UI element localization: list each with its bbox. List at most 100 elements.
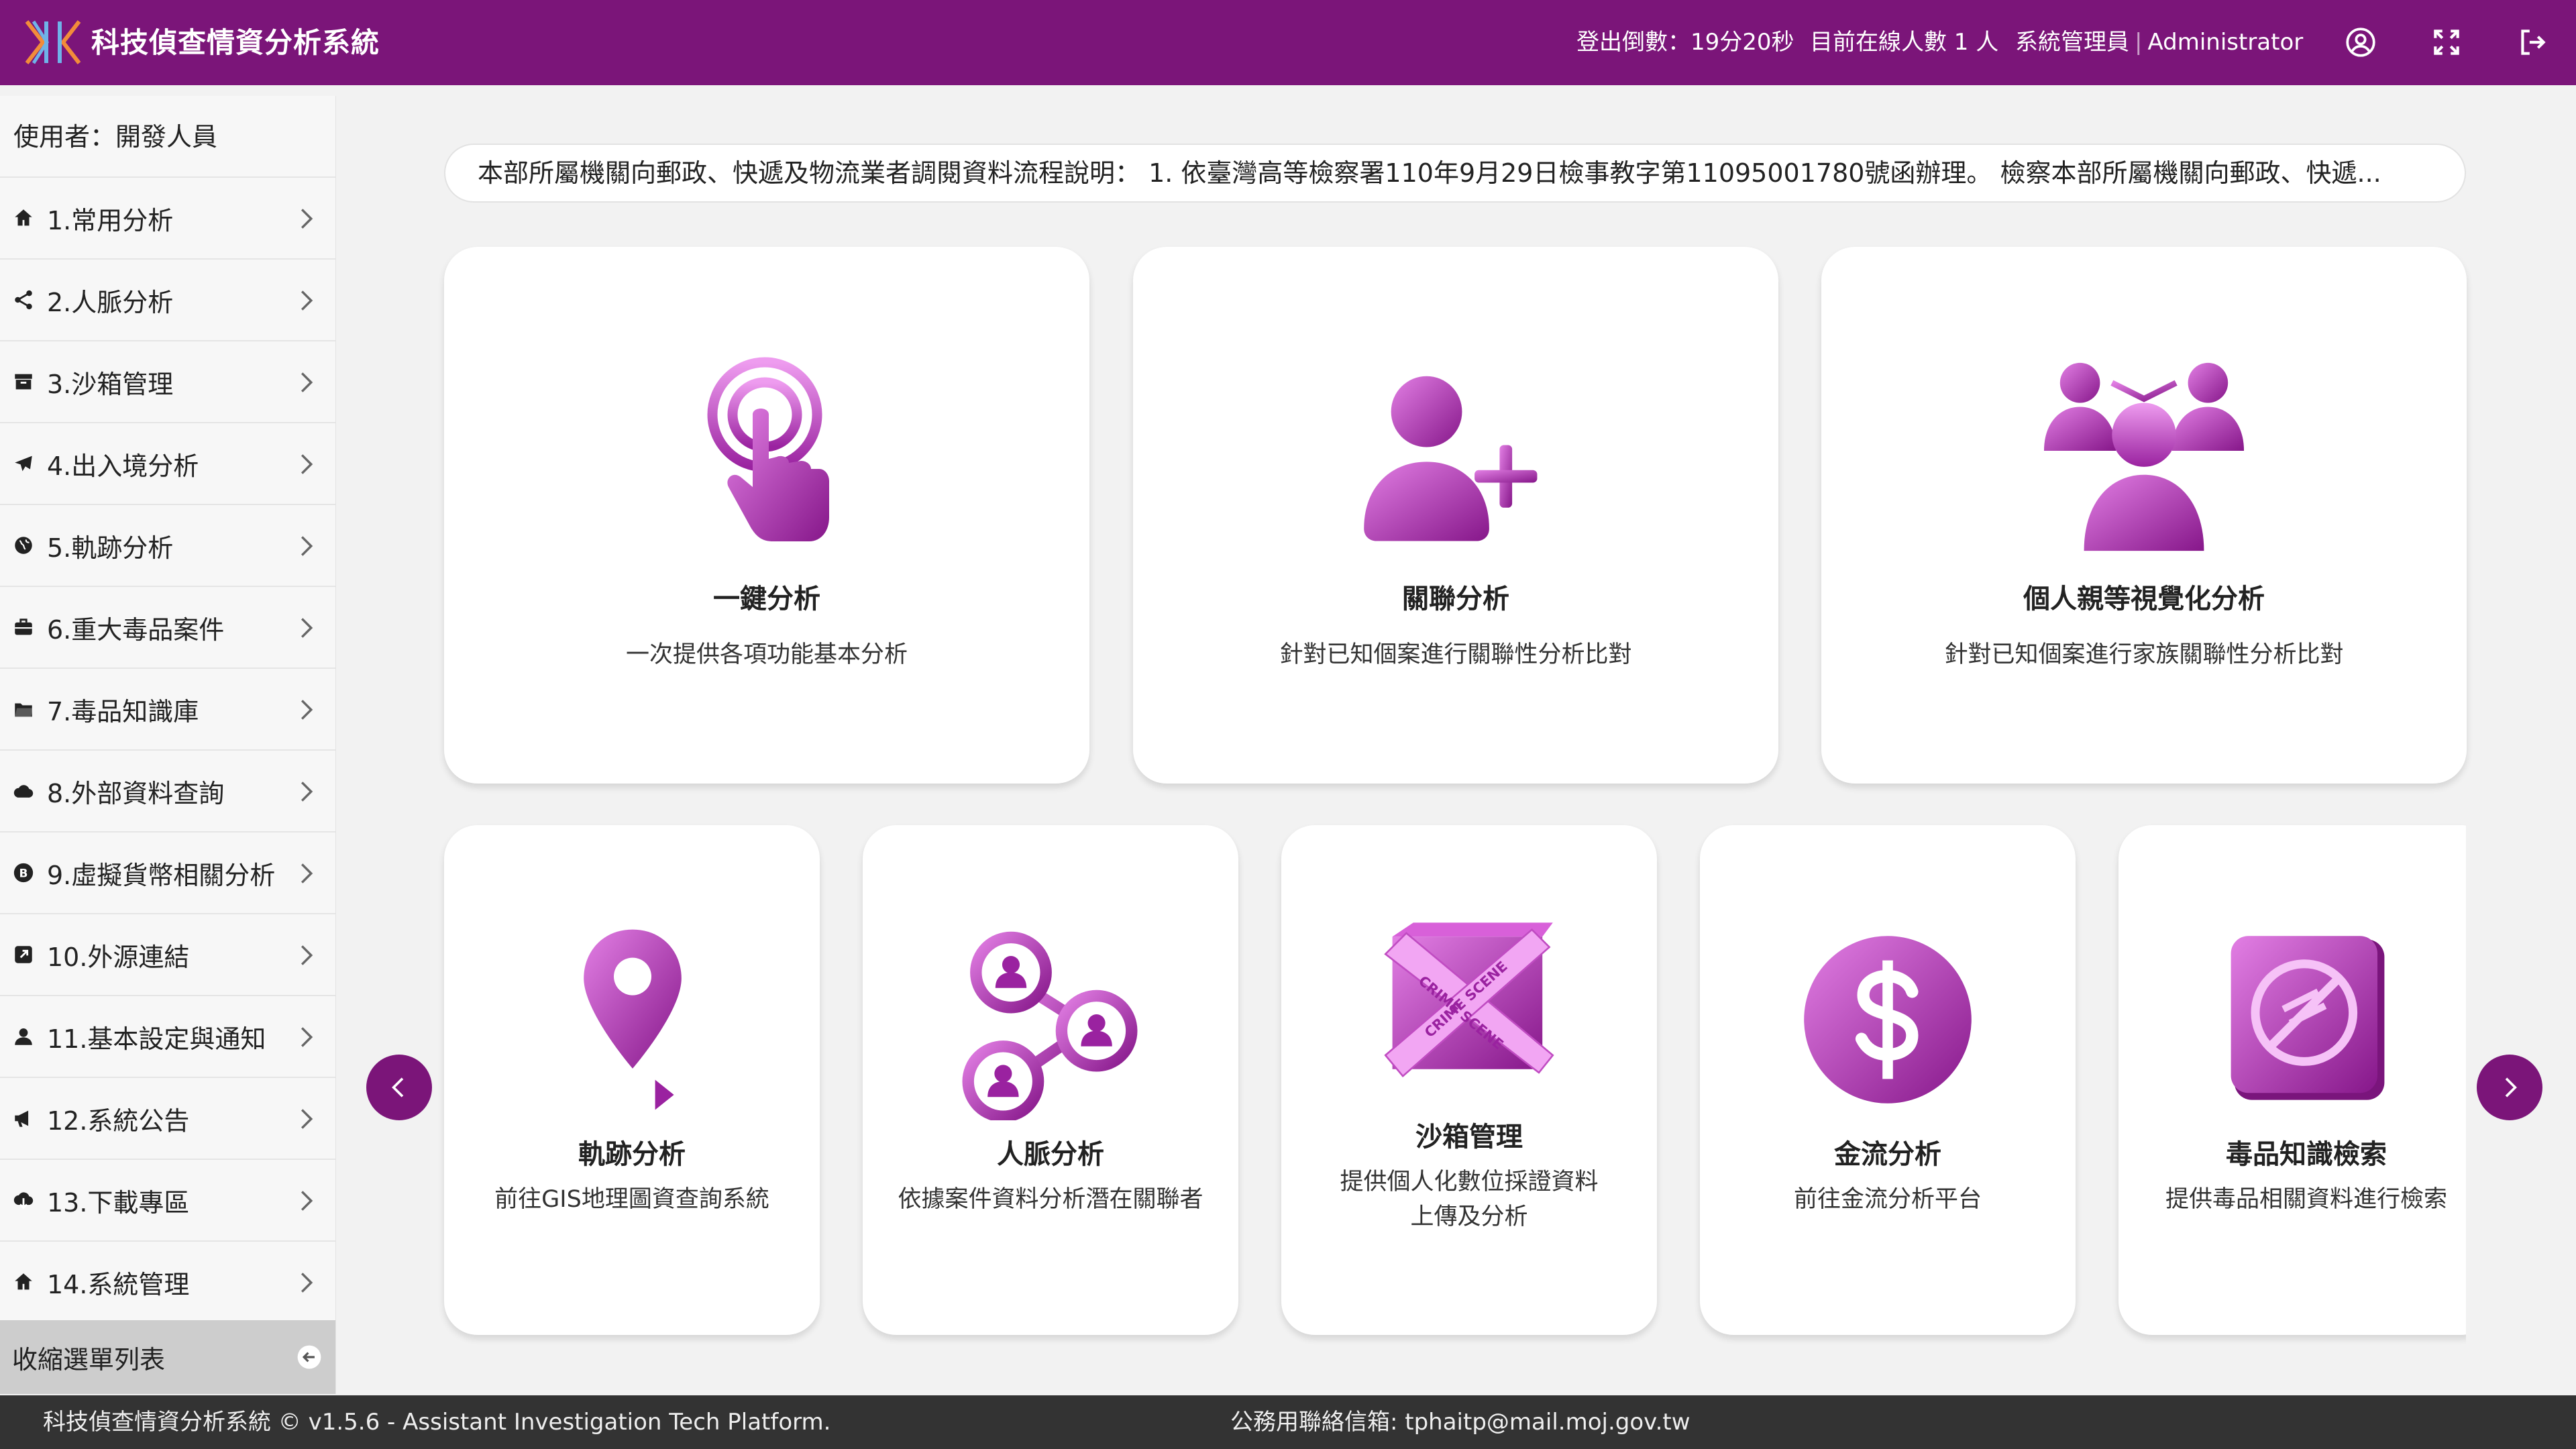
sidebar-item-label: 12.系統公告	[47, 1106, 190, 1136]
sidebar-item-label: 14.系統管理	[47, 1269, 190, 1299]
chevron-right-icon	[301, 1027, 313, 1047]
footer-copyright: 科技偵查情資分析系統 © v1.5.6 - Assistant Investig…	[43, 1409, 831, 1436]
sidebar-menu: 1.常用分析 2.人脈分析 3.沙箱管理 4.出入境分析 5.軌跡分析 6.重大毒品案件 7…	[0, 178, 335, 1324]
share-icon	[15, 290, 32, 310]
card-description: 提供毒品相關資料進行檢索	[2165, 1186, 2447, 1213]
chevron-right-icon	[301, 782, 313, 802]
sidebar-item-label: 13.下載專區	[47, 1187, 190, 1218]
sidebar-item-6[interactable]: 6.重大毒品案件	[0, 587, 335, 669]
archive-icon	[15, 374, 32, 390]
card-title: 個人親等視覺化分析	[2023, 584, 2265, 614]
card-description: 針對已知個案進行家族關聯性分析比對	[1944, 641, 2344, 668]
sidebar-item-label: 9.虛擬貨幣相關分析	[47, 860, 276, 890]
sidebar-item-label: 10.外源連結	[47, 942, 190, 972]
add-user-icon	[1364, 376, 1538, 541]
card-sandbox-management[interactable]: CRIME SCENE CRIME SCENE 沙箱管理 提供個人化數位採證資料…	[1281, 825, 1657, 1335]
user-icon	[15, 1028, 32, 1045]
sidebar-item-label: 1.常用分析	[47, 205, 174, 235]
user-circle-icon[interactable]	[2344, 25, 2377, 59]
card-drug-knowledge-search[interactable]: 毒品知識檢索 提供毒品相關資料進行檢索	[2118, 825, 2466, 1335]
sidebar: 使用者：開發人員 1.常用分析 2.人脈分析 3.沙箱管理 4.出入境分析 5.軌跡分析…	[0, 96, 336, 1394]
card-title: 金流分析	[1834, 1139, 1941, 1170]
card-title: 沙箱管理	[1415, 1122, 1523, 1152]
sidebar-item-14[interactable]: 14.系統管理	[0, 1242, 335, 1324]
chevron-right-icon	[301, 700, 313, 720]
card-title: 人脈分析	[997, 1139, 1104, 1170]
card-title: 毒品知識檢索	[2226, 1139, 2387, 1170]
home-icon	[15, 1273, 32, 1290]
family-icon	[2043, 362, 2245, 551]
collapse-menu-label: 收縮選單列表	[12, 1344, 166, 1375]
chevron-right-icon	[301, 618, 313, 638]
chevron-right-icon	[301, 536, 313, 556]
user-role: 系統管理員	[2015, 29, 2129, 56]
network-icon	[962, 931, 1138, 1120]
card-link-analysis[interactable]: 關聯分析 針對已知個案進行關聯性分析比對	[1133, 247, 1778, 784]
arrow-left-circle-icon	[297, 1345, 321, 1369]
card-description: 依據案件資料分析潛在關聯者	[898, 1186, 1203, 1213]
function-carousel: 軌跡分析 前往GIS地理圖資查詢系統 人脈分析 依據案件資料分析潛在關聯者 CR…	[416, 812, 2466, 1348]
logout-icon[interactable]	[2516, 25, 2549, 59]
sidebar-item-label: 2.人脈分析	[47, 287, 174, 317]
card-description-line1: 提供個人化數位採證資料	[1340, 1169, 1599, 1195]
sidebar-item-4[interactable]: 4.出入境分析	[0, 423, 335, 505]
chevron-left-icon	[392, 1077, 404, 1097]
cloud-icon	[13, 785, 34, 798]
fullscreen-icon[interactable]	[2430, 25, 2463, 59]
card-family-visualization[interactable]: 個人親等視覺化分析 針對已知個案進行家族關聯性分析比對	[1821, 247, 2467, 784]
sidebar-item-1[interactable]: 1.常用分析	[0, 178, 335, 260]
card-cash-flow-analysis[interactable]: 金流分析 前往金流分析平台	[1700, 825, 2076, 1335]
card-title: 一鍵分析	[713, 584, 820, 614]
chevron-right-icon	[301, 290, 313, 311]
sidebar-item-7[interactable]: 7.毒品知識庫	[0, 669, 335, 751]
announcement-marquee[interactable]: 本部所屬機關向郵政、快遞及物流業者調閱資料流程說明： 1. 依臺灣高等檢察署11…	[444, 144, 2466, 203]
dollar-icon	[1804, 936, 1972, 1104]
chevron-right-icon	[301, 1191, 313, 1211]
sidebar-item-label: 3.沙箱管理	[47, 369, 174, 399]
sidebar-item-label: 6.重大毒品案件	[47, 614, 225, 645]
megaphone-icon	[15, 1110, 29, 1127]
user-name: Administrator	[2147, 29, 2304, 56]
home-icon	[15, 209, 32, 226]
sidebar-item-8[interactable]: 8.外部資料查詢	[0, 751, 335, 833]
carousel-prev-button[interactable]	[366, 1055, 432, 1120]
chevron-right-icon	[301, 1109, 313, 1129]
tap-icon	[707, 357, 829, 541]
sidebar-item-5[interactable]: 5.軌跡分析	[0, 505, 335, 587]
cloud-download-icon	[13, 1192, 34, 1210]
card-description: 前往GIS地理圖資查詢系統	[494, 1186, 769, 1213]
app-title: 科技偵查情資分析系統	[91, 26, 380, 59]
carousel-next-button[interactable]	[2477, 1055, 2542, 1120]
top-bar: 科技偵查情資分析系統 登出倒數：19分20秒 目前在線人數 1 人 系統管理員 |…	[0, 0, 2576, 85]
sidebar-item-10[interactable]: 10.外源連結	[0, 914, 335, 996]
chevron-right-icon	[301, 945, 313, 965]
sidebar-item-label: 5.軌跡分析	[47, 533, 174, 563]
sidebar-item-11[interactable]: 11.基本設定與通知	[0, 996, 335, 1078]
folder-icon	[15, 703, 34, 717]
chevron-right-icon	[301, 209, 313, 229]
online-count: 目前在線人數 1 人	[1810, 29, 1999, 56]
sidebar-item-2[interactable]: 2.人脈分析	[0, 260, 335, 341]
card-network-analysis[interactable]: 人脈分析 依據案件資料分析潛在關聯者	[863, 825, 1238, 1335]
crime-scene-icon: CRIME SCENE CRIME SCENE	[1384, 922, 1554, 1078]
chevron-right-icon	[2505, 1077, 2517, 1097]
svg-text:B: B	[19, 867, 28, 880]
sidebar-item-3[interactable]: 3.沙箱管理	[0, 341, 335, 423]
logout-countdown: 登出倒數：19分20秒	[1576, 29, 1794, 56]
chevron-right-icon	[301, 1273, 313, 1293]
current-user: 使用者：開發人員	[0, 96, 335, 178]
globe-icon	[15, 537, 32, 554]
no-drugs-icon	[2231, 936, 2385, 1100]
sidebar-item-9[interactable]: B 9.虛擬貨幣相關分析	[0, 833, 335, 914]
briefcase-icon	[15, 619, 32, 635]
sidebar-item-13[interactable]: 13.下載專區	[0, 1160, 335, 1242]
card-description: 針對已知個案進行關聯性分析比對	[1279, 641, 1632, 668]
card-one-click-analysis[interactable]: 一鍵分析 一次提供各項功能基本分析	[444, 247, 1089, 784]
sidebar-item-12[interactable]: 12.系統公告	[0, 1078, 335, 1160]
card-description: 前往金流分析平台	[1793, 1186, 1982, 1213]
card-trajectory-analysis[interactable]: 軌跡分析 前往GIS地理圖資查詢系統	[444, 825, 820, 1335]
collapse-menu-button[interactable]: 收縮選單列表	[0, 1320, 335, 1394]
logo-icon	[25, 20, 81, 64]
footer: 科技偵查情資分析系統 © v1.5.6 - Assistant Investig…	[0, 1395, 2576, 1449]
footer-contact[interactable]: 公務用聯絡信箱: tphaitp@mail.moj.gov.tw	[1230, 1395, 1690, 1449]
